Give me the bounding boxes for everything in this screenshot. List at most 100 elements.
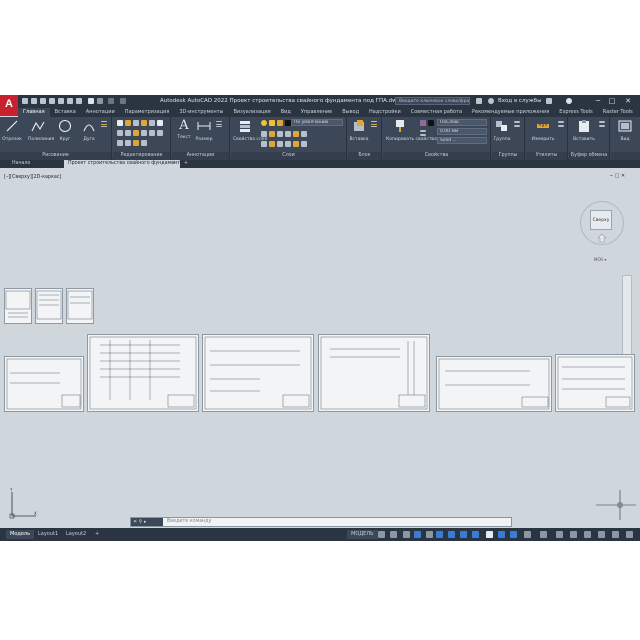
- layer-dropdown[interactable]: По умолчанию: [291, 119, 343, 126]
- layer-iso-icon[interactable]: [277, 131, 283, 137]
- tab-annotate[interactable]: Аннотации: [81, 108, 120, 117]
- drawing-sheet-1[interactable]: [4, 288, 32, 324]
- wcs-dropdown[interactable]: МСК ▾: [594, 257, 606, 262]
- share-icon[interactable]: [120, 98, 126, 104]
- file-tab-start[interactable]: Начало: [8, 160, 34, 168]
- new-file-icon[interactable]: [22, 98, 28, 104]
- table-icon[interactable]: [216, 123, 222, 125]
- join-icon[interactable]: [157, 130, 163, 136]
- trim-icon[interactable]: [133, 120, 139, 126]
- undo-icon[interactable]: [97, 98, 103, 104]
- app-menu-button[interactable]: A: [0, 95, 18, 116]
- drawing-sheet-3[interactable]: [66, 288, 94, 324]
- cart-icon[interactable]: [546, 98, 552, 104]
- panel-title-block[interactable]: Блок: [348, 152, 381, 160]
- snap-icon[interactable]: [390, 531, 397, 538]
- color-black-icon[interactable]: [428, 120, 434, 126]
- layer-match-icon[interactable]: [293, 131, 299, 137]
- color-dropdown[interactable]: ПоСлою: [437, 119, 487, 126]
- object-snap-icon[interactable]: [472, 531, 479, 538]
- infer-constraints-icon[interactable]: [403, 531, 410, 538]
- tab-view[interactable]: Вид: [276, 108, 296, 117]
- layer-merge-icon[interactable]: [293, 141, 299, 147]
- stretch-icon[interactable]: [157, 120, 163, 126]
- measure-tool[interactable]: Измерить: [530, 119, 556, 142]
- units-icon[interactable]: [570, 531, 577, 538]
- linetype-dropdown[interactable]: Solid ...: [437, 137, 487, 144]
- drawing-sheet-4[interactable]: [4, 356, 84, 412]
- layer-properties-tool[interactable]: Свойства слоя: [233, 119, 267, 142]
- minimize-button[interactable]: ─: [594, 97, 602, 105]
- maximize-button[interactable]: □: [608, 97, 616, 105]
- tab-addins[interactable]: Надстройки: [364, 108, 406, 117]
- customize-menu-icon[interactable]: [626, 531, 633, 538]
- edit-block-icon[interactable]: [371, 123, 377, 125]
- lock-icon[interactable]: [277, 120, 283, 126]
- ortho-icon[interactable]: [426, 531, 433, 538]
- lineweight-dropdown[interactable]: 0.00 мм: [437, 128, 487, 135]
- signin-button[interactable]: Вход в службы: [498, 98, 541, 104]
- array-icon[interactable]: [125, 140, 131, 146]
- close-tab-icon[interactable]: ×: [168, 160, 180, 168]
- copy-icon[interactable]: [117, 130, 123, 136]
- fillet-icon[interactable]: [133, 130, 139, 136]
- tab-collaborate[interactable]: Совместная работа: [406, 108, 467, 117]
- group-edit-icon[interactable]: [514, 125, 520, 127]
- web-save-icon[interactable]: [76, 98, 82, 104]
- save-icon[interactable]: [40, 98, 46, 104]
- layer-previous-icon[interactable]: [301, 131, 307, 137]
- fullscreen-icon[interactable]: [612, 531, 619, 538]
- drawing-sheet-8[interactable]: [436, 356, 552, 412]
- quick-select-icon[interactable]: [558, 121, 564, 123]
- tab-home[interactable]: Главная: [18, 108, 50, 117]
- isodraft-icon[interactable]: [448, 531, 455, 538]
- drawing-sheet-5[interactable]: [87, 334, 199, 412]
- layer-delete-icon[interactable]: [301, 141, 307, 147]
- sun-icon[interactable]: [269, 120, 275, 126]
- workspace-gear-icon[interactable]: [540, 531, 547, 538]
- redo-icon[interactable]: [108, 98, 114, 104]
- select-all-icon[interactable]: [558, 125, 564, 127]
- tab-insert[interactable]: Вставка: [50, 108, 81, 117]
- save-as-icon[interactable]: [49, 98, 55, 104]
- circle-tool[interactable]: Круг: [55, 119, 75, 142]
- panel-title-modify[interactable]: Редактирование: [113, 152, 170, 160]
- panel-title-layers[interactable]: Слои: [231, 152, 346, 160]
- viewport-controls[interactable]: [–][Сверху][2D-каркас]: [4, 175, 61, 180]
- grid-icon[interactable]: [378, 531, 385, 538]
- transparency-icon[interactable]: [498, 531, 505, 538]
- cut-icon[interactable]: [599, 125, 605, 127]
- home-view-icon[interactable]: [597, 233, 607, 243]
- layer-off-icon[interactable]: [261, 131, 267, 137]
- quick-properties-icon[interactable]: [584, 531, 591, 538]
- mirror-icon[interactable]: [125, 130, 131, 136]
- erase-icon[interactable]: [141, 120, 147, 126]
- add-layout-icon[interactable]: +: [91, 530, 103, 539]
- layer-on-icon[interactable]: [277, 141, 283, 147]
- command-input[interactable]: Введите команду: [167, 518, 211, 526]
- object-snap-tracking-icon[interactable]: [460, 531, 467, 538]
- panel-title-draw[interactable]: Рисование: [0, 152, 111, 160]
- hatch-icon[interactable]: [101, 123, 107, 125]
- layer-walk-icon[interactable]: [285, 141, 291, 147]
- plot-preview-icon[interactable]: [88, 98, 94, 104]
- leader-icon[interactable]: [216, 121, 222, 122]
- tab-featured-apps[interactable]: Рекомендуемые приложения: [467, 108, 554, 117]
- isolate-objects-icon[interactable]: [598, 531, 605, 538]
- tab-express-tools[interactable]: Express Tools: [554, 108, 597, 117]
- layout-tab-model[interactable]: Модель: [6, 530, 35, 539]
- layout-tab-layout2[interactable]: Layout2: [62, 530, 90, 539]
- layer-thaw-icon[interactable]: [269, 141, 275, 147]
- panel-title-annotation[interactable]: Аннотации: [172, 152, 229, 160]
- arc-tool[interactable]: Дуга: [79, 119, 99, 142]
- annotation-monitor-icon[interactable]: [556, 531, 563, 538]
- rectangle-icon[interactable]: [101, 121, 107, 122]
- markup-icon[interactable]: [216, 126, 222, 128]
- annotation-scale-icon[interactable]: [524, 531, 531, 538]
- tab-manage[interactable]: Управление: [296, 108, 337, 117]
- panel-title-groups[interactable]: Группы: [492, 152, 524, 160]
- search-input[interactable]: Введите ключевое слово/фразу: [395, 97, 470, 105]
- rotate-icon[interactable]: [125, 120, 131, 126]
- break-icon[interactable]: [133, 140, 139, 146]
- polyline-tool[interactable]: Полилиния: [28, 119, 54, 142]
